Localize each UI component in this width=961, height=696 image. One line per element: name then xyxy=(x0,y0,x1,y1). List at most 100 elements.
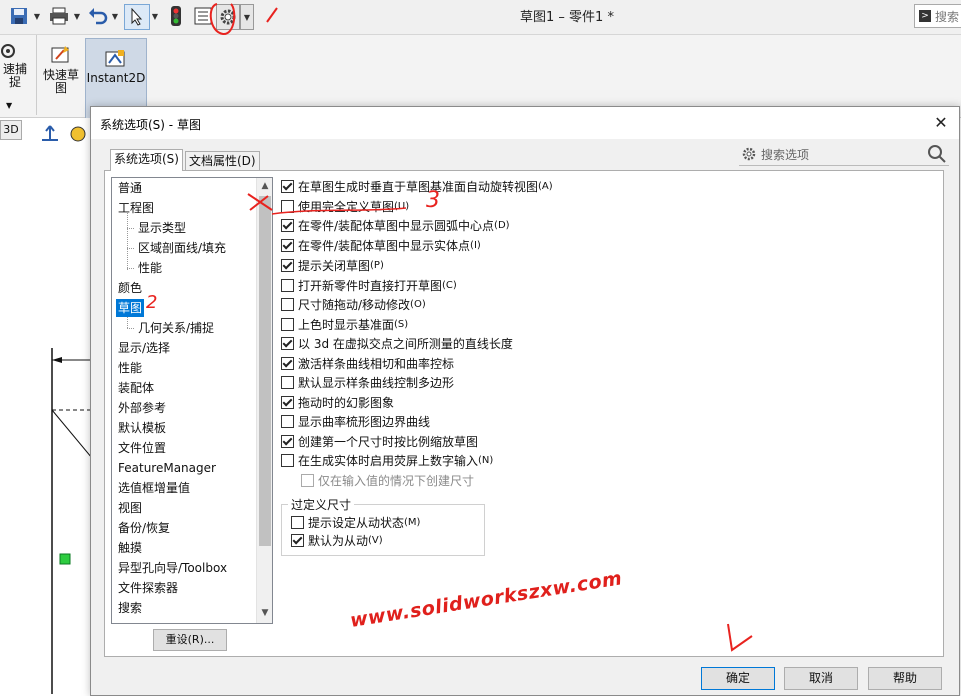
option-entity-points[interactable]: 在零件/装配体草图中显示实体点 (I) xyxy=(281,236,481,254)
option-onscreen-numeric-input[interactable]: 在生成实体时启用荧屏上数字输入 (N) xyxy=(281,451,493,469)
option-prompt-close-sketch[interactable]: 提示关闭草图 (P) xyxy=(281,256,384,274)
tree-item-sketch[interactable]: 草图 xyxy=(116,299,145,317)
help-button[interactable]: 帮助 xyxy=(868,667,942,690)
tree-item-backup-recover[interactable]: 备份/恢复 xyxy=(116,519,172,537)
tab-system-options[interactable]: 系统选项(S) xyxy=(110,149,183,171)
option-curvature-comb-bounding[interactable]: 显示曲率梳形图边界曲线 xyxy=(281,412,430,430)
option-label: 尺寸随拖动/移动修改 xyxy=(298,297,411,312)
close-icon[interactable]: ✕ xyxy=(931,113,951,133)
option-create-dim-only-on-value: 仅在输入值的情况下创建尺寸 xyxy=(301,471,474,489)
scroll-thumb[interactable] xyxy=(259,196,271,546)
option-scale-on-first-dimension[interactable]: 创建第一个尺寸时按比例缩放草图 xyxy=(281,432,478,450)
tree-item-relations-snaps[interactable]: 几何关系/捕捉 xyxy=(136,319,216,337)
checkbox[interactable] xyxy=(281,278,294,292)
command-search-label: 搜索 xyxy=(935,9,960,24)
option-ghost-image-drag[interactable]: 拖动时的幻影图象 xyxy=(281,393,394,411)
checkbox[interactable] xyxy=(281,414,294,428)
tree-item-default-templates[interactable]: 默认模板 xyxy=(116,419,168,437)
quick-sketch-button[interactable]: 快速草 图 xyxy=(40,45,82,109)
tree-scrollbar[interactable]: ▲ ▼ xyxy=(256,178,272,623)
tree-item-view[interactable]: 视图 xyxy=(116,499,144,517)
option-line-length-3d[interactable]: 以 3d 在虚拟交点之间所测量的直线长度 xyxy=(281,334,513,352)
option-open-sketch-new-part[interactable]: 打开新零件时直接打开草图 (C) xyxy=(281,276,457,294)
tree-item-drawing-performance[interactable]: 性能 xyxy=(136,259,164,277)
checkbox[interactable] xyxy=(281,297,294,311)
option-label: 上色时显示基准面 xyxy=(298,317,395,332)
option-shortcut: (O) xyxy=(410,298,426,310)
tab-document-properties[interactable]: 文档属性(D) xyxy=(185,151,260,171)
print-button[interactable] xyxy=(46,4,72,28)
option-spline-control-polygon[interactable]: 默认显示样条曲线控制多边形 xyxy=(281,373,454,391)
option-display-plane-shaded[interactable]: 上色时显示基准面 (S) xyxy=(281,315,408,333)
tree-item-spin-box-increments[interactable]: 选值框增量值 xyxy=(116,479,192,497)
checkbox[interactable] xyxy=(281,317,294,331)
option-label: 拖动时的幻影图象 xyxy=(298,395,395,410)
select-dropdown-icon[interactable]: ▼ xyxy=(150,4,160,28)
annotation-arrow xyxy=(727,623,753,652)
save-button[interactable] xyxy=(6,4,32,28)
tree-item-search[interactable]: 搜索 xyxy=(116,599,144,617)
option-label: 创建第一个尺寸时按比例缩放草图 xyxy=(298,434,479,449)
checkbox[interactable] xyxy=(281,336,294,350)
traffic-light-button[interactable] xyxy=(166,4,186,28)
checkbox[interactable] xyxy=(281,434,294,448)
traffic-light-icon xyxy=(171,6,181,26)
tree-guide-line xyxy=(127,228,134,229)
gear-icon xyxy=(742,147,756,161)
tree-item-area-hatch[interactable]: 区域剖面线/填充 xyxy=(136,239,228,257)
view-orientation-icon xyxy=(42,125,86,142)
view-3d-tab[interactable]: 3D xyxy=(0,120,22,140)
tree-item-general[interactable]: 普通 xyxy=(116,179,144,197)
select-button[interactable] xyxy=(124,4,150,30)
quick-snap-dropdown-icon[interactable]: ▼ xyxy=(6,101,12,110)
option-label: 显示曲率梳形图边界曲线 xyxy=(298,414,431,429)
tree-item-display-style[interactable]: 显示类型 xyxy=(136,219,188,237)
search-icon[interactable] xyxy=(927,144,947,164)
tree-item-colors[interactable]: 颜色 xyxy=(116,279,144,297)
print-dropdown-icon[interactable]: ▼ xyxy=(72,4,82,28)
top-toolbar: ▼ ▼ ▼ ▼ ▼ 草图1 – 零件1 * > 搜索 xyxy=(0,0,961,35)
instant2d-label: Instant2D xyxy=(86,71,146,85)
tree-item-file-locations[interactable]: 文件位置 xyxy=(116,439,168,457)
option-set-driven-default[interactable]: 默认为从动 (V) xyxy=(291,531,383,549)
option-spline-handles[interactable]: 激活样条曲线相切和曲率控标 xyxy=(281,354,454,372)
dialog-title: 系统选项(S) - 草图 xyxy=(100,118,201,132)
tree-item-external-references[interactable]: 外部参考 xyxy=(116,399,168,417)
checkbox[interactable] xyxy=(281,238,294,252)
command-search[interactable]: > 搜索 xyxy=(914,4,961,28)
option-prompt-driven-state[interactable]: 提示设定从动状态 (M) xyxy=(291,513,420,531)
options-search-field[interactable]: 搜索选项 xyxy=(739,143,949,166)
scroll-down-icon[interactable]: ▼ xyxy=(257,605,272,622)
group-legend: 过定义尺寸 xyxy=(288,496,355,513)
tree-item-hole-wizard-toolbox[interactable]: 异型孔向导/Toolbox xyxy=(116,559,229,577)
checkbox[interactable] xyxy=(281,395,294,409)
tree-item-featuremanager[interactable]: FeatureManager xyxy=(116,459,218,477)
command-prompt-icon: > xyxy=(919,10,931,22)
option-label: 激活样条曲线相切和曲率控标 xyxy=(298,356,455,371)
ok-button[interactable]: 确定 xyxy=(701,667,775,690)
checkbox[interactable] xyxy=(291,515,304,529)
tree-item-drawings[interactable]: 工程图 xyxy=(116,199,156,217)
quick-snap-button[interactable]: 速捕 捉 ▼ xyxy=(0,41,30,111)
checkbox[interactable] xyxy=(281,375,294,389)
option-shortcut: (A) xyxy=(538,180,553,192)
instant2d-icon xyxy=(105,50,125,67)
tree-item-display-selection[interactable]: 显示/选择 xyxy=(116,339,172,357)
tree-item-performance[interactable]: 性能 xyxy=(116,359,144,377)
cancel-button[interactable]: 取消 xyxy=(784,667,858,690)
sketch-geometry xyxy=(51,348,92,694)
option-shortcut: (C) xyxy=(442,279,457,291)
tree-item-touch[interactable]: 触摸 xyxy=(116,539,144,557)
checkbox[interactable] xyxy=(291,533,304,547)
checkbox[interactable] xyxy=(281,258,294,272)
reset-button[interactable]: 重设(R)... xyxy=(153,629,227,651)
option-override-dims-on-drag[interactable]: 尺寸随拖动/移动修改 (O) xyxy=(281,295,426,313)
tree-item-file-explorer[interactable]: 文件探索器 xyxy=(116,579,180,597)
save-dropdown-icon[interactable]: ▼ xyxy=(32,4,42,28)
annotation-circle-1 xyxy=(209,3,278,35)
checkbox[interactable] xyxy=(281,453,294,467)
tree-item-assemblies[interactable]: 装配体 xyxy=(116,379,156,397)
checkbox[interactable] xyxy=(281,356,294,370)
undo-button[interactable] xyxy=(86,4,110,28)
undo-dropdown-icon[interactable]: ▼ xyxy=(110,4,120,28)
